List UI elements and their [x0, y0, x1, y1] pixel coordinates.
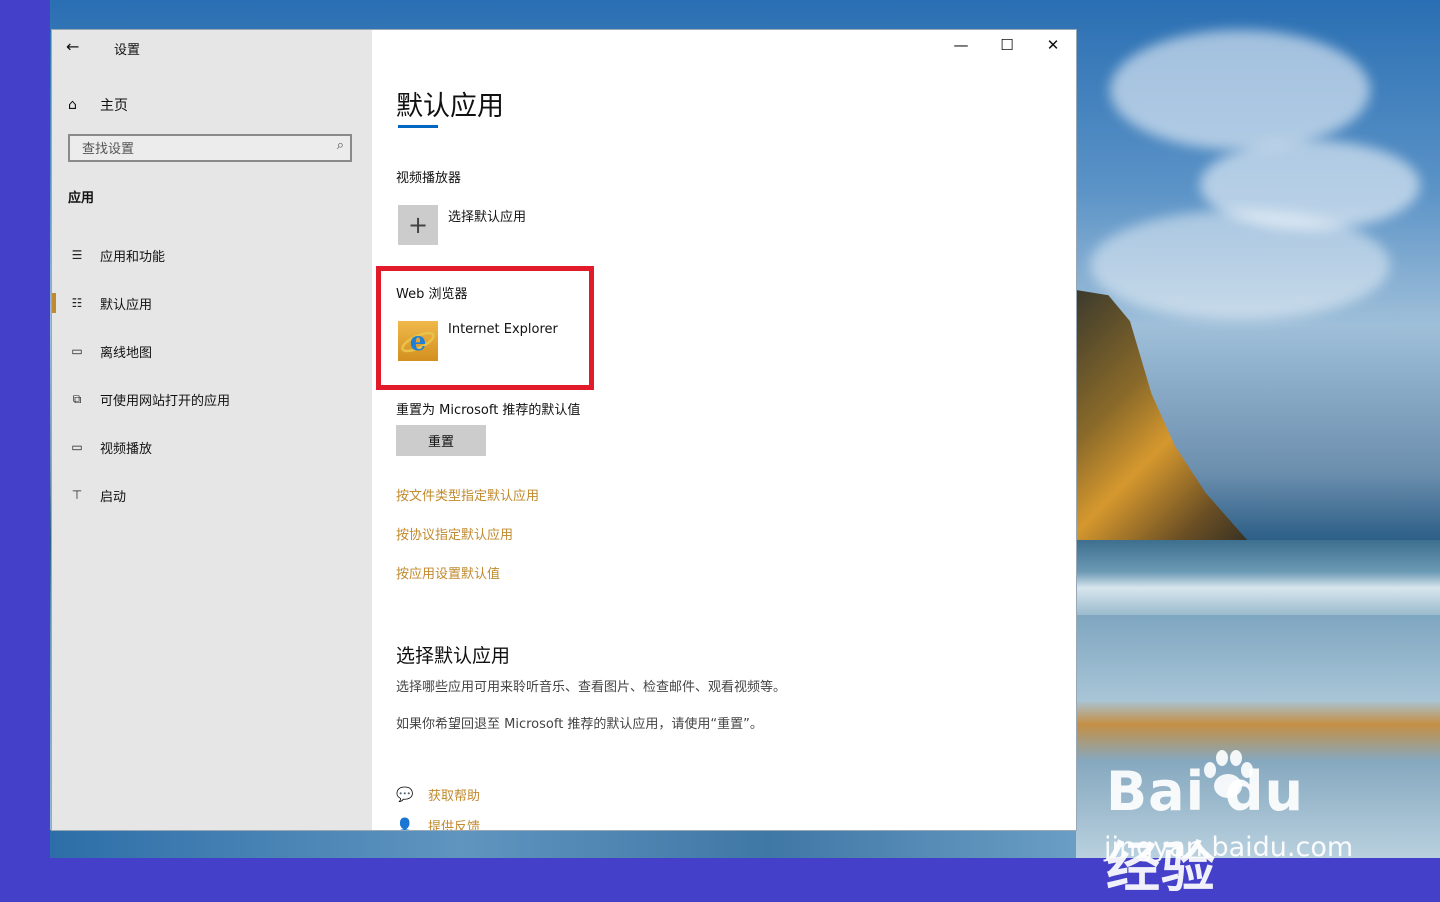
video-icon: ▭: [71, 440, 83, 454]
sidebar-item-video-playback[interactable]: ▭ 视频播放: [52, 432, 372, 462]
search-box[interactable]: ⌕: [68, 134, 352, 162]
sidebar-item-startup[interactable]: ⊤ 启动: [52, 480, 372, 510]
search-icon[interactable]: ⌕: [337, 138, 344, 153]
link-by-file-type[interactable]: 按文件类型指定默认应用: [396, 485, 539, 504]
maximize-icon[interactable]: ☐: [992, 36, 1022, 54]
sidebar-item-default-apps[interactable]: ☷ 默认应用: [52, 288, 372, 318]
sidebar-item-label: 默认应用: [100, 297, 153, 313]
sidebar-item-offline-maps[interactable]: ▭ 离线地图: [52, 336, 372, 366]
sidebar-item-label: 应用和功能: [100, 249, 166, 265]
desktop-strip: [50, 830, 1076, 858]
watermark-url: jingyan.baidu.com: [1104, 832, 1354, 863]
sidebar-section-title: 应用: [68, 191, 95, 206]
sidebar-item-apps-for-websites[interactable]: ⧉ 可使用网站打开的应用: [52, 384, 372, 414]
paw-icon: [1204, 750, 1253, 798]
highlight-box: [376, 266, 594, 390]
home-icon: ⌂: [68, 97, 77, 113]
get-help-link[interactable]: 💬 获取帮助: [396, 785, 481, 805]
settings-window: ← 设置 ⌂ 主页 ⌕ 应用 ☰ 应用和功能 ☷ 默认应用 ▭ 离线地图 ⧉: [52, 30, 1076, 830]
default-apps-icon: ☷: [71, 296, 83, 310]
reset-hint-desc: 如果你希望回退至 Microsoft 推荐的默认应用，请使用“重置”。: [396, 717, 763, 732]
sidebar-item-label: 可使用网站打开的应用: [100, 393, 231, 409]
active-indicator: [52, 293, 56, 313]
window-title: 设置: [114, 43, 141, 58]
cliff-image: [1076, 290, 1256, 550]
link-by-protocol[interactable]: 按协议指定默认应用: [396, 524, 513, 543]
home-label: 主页: [100, 98, 128, 114]
main-content: — ☐ ✕ 默认应用 视频播放器 + 选择默认应用 Web 浏览器 e Inte…: [372, 30, 1076, 830]
sidebar-home[interactable]: ⌂ 主页: [68, 94, 128, 116]
sidebar-item-apps-features[interactable]: ☰ 应用和功能: [52, 240, 372, 270]
video-player-app-name[interactable]: 选择默认应用: [448, 206, 526, 225]
sidebar-item-label: 启动: [100, 489, 127, 505]
video-player-heading: 视频播放器: [396, 171, 462, 186]
link-by-app[interactable]: 按应用设置默认值: [396, 563, 500, 582]
feedback-link[interactable]: 👤 提供反馈: [396, 816, 481, 831]
sea-image: [1076, 540, 1440, 620]
back-arrow-icon[interactable]: ←: [66, 37, 86, 56]
close-icon[interactable]: ✕: [1038, 36, 1068, 54]
choose-default-apps-title: 选择默认应用: [396, 645, 511, 667]
title-underline: [398, 125, 438, 128]
sidebar-item-label: 视频播放: [100, 441, 153, 457]
reset-label: 重置为 Microsoft 推荐的默认值: [396, 403, 581, 418]
map-icon: ▭: [71, 344, 83, 358]
page-title: 默认应用: [396, 91, 504, 122]
choose-default-apps-desc: 选择哪些应用可用来聆听音乐、查看图片、检查邮件、观看视频等。: [396, 680, 787, 695]
feedback-label: 提供反馈: [428, 820, 481, 830]
open-in-app-icon: ⧉: [72, 391, 82, 406]
feedback-icon: 👤: [396, 817, 414, 831]
startup-icon: ⊤: [71, 488, 83, 502]
get-help-label: 获取帮助: [428, 789, 481, 804]
list-icon: ☰: [71, 248, 83, 262]
chat-help-icon: 💬: [396, 786, 414, 803]
search-input[interactable]: [80, 136, 324, 162]
sidebar-item-label: 离线地图: [100, 345, 153, 361]
sidebar: ← 设置 ⌂ 主页 ⌕ 应用 ☰ 应用和功能 ☷ 默认应用 ▭ 离线地图 ⧉: [52, 30, 372, 830]
reset-button[interactable]: 重置: [396, 425, 486, 456]
plus-icon[interactable]: +: [398, 205, 438, 245]
minimize-icon[interactable]: —: [946, 36, 976, 54]
baidu-watermark: Bai du 经验 jingyan.baidu.com: [1100, 740, 1370, 899]
